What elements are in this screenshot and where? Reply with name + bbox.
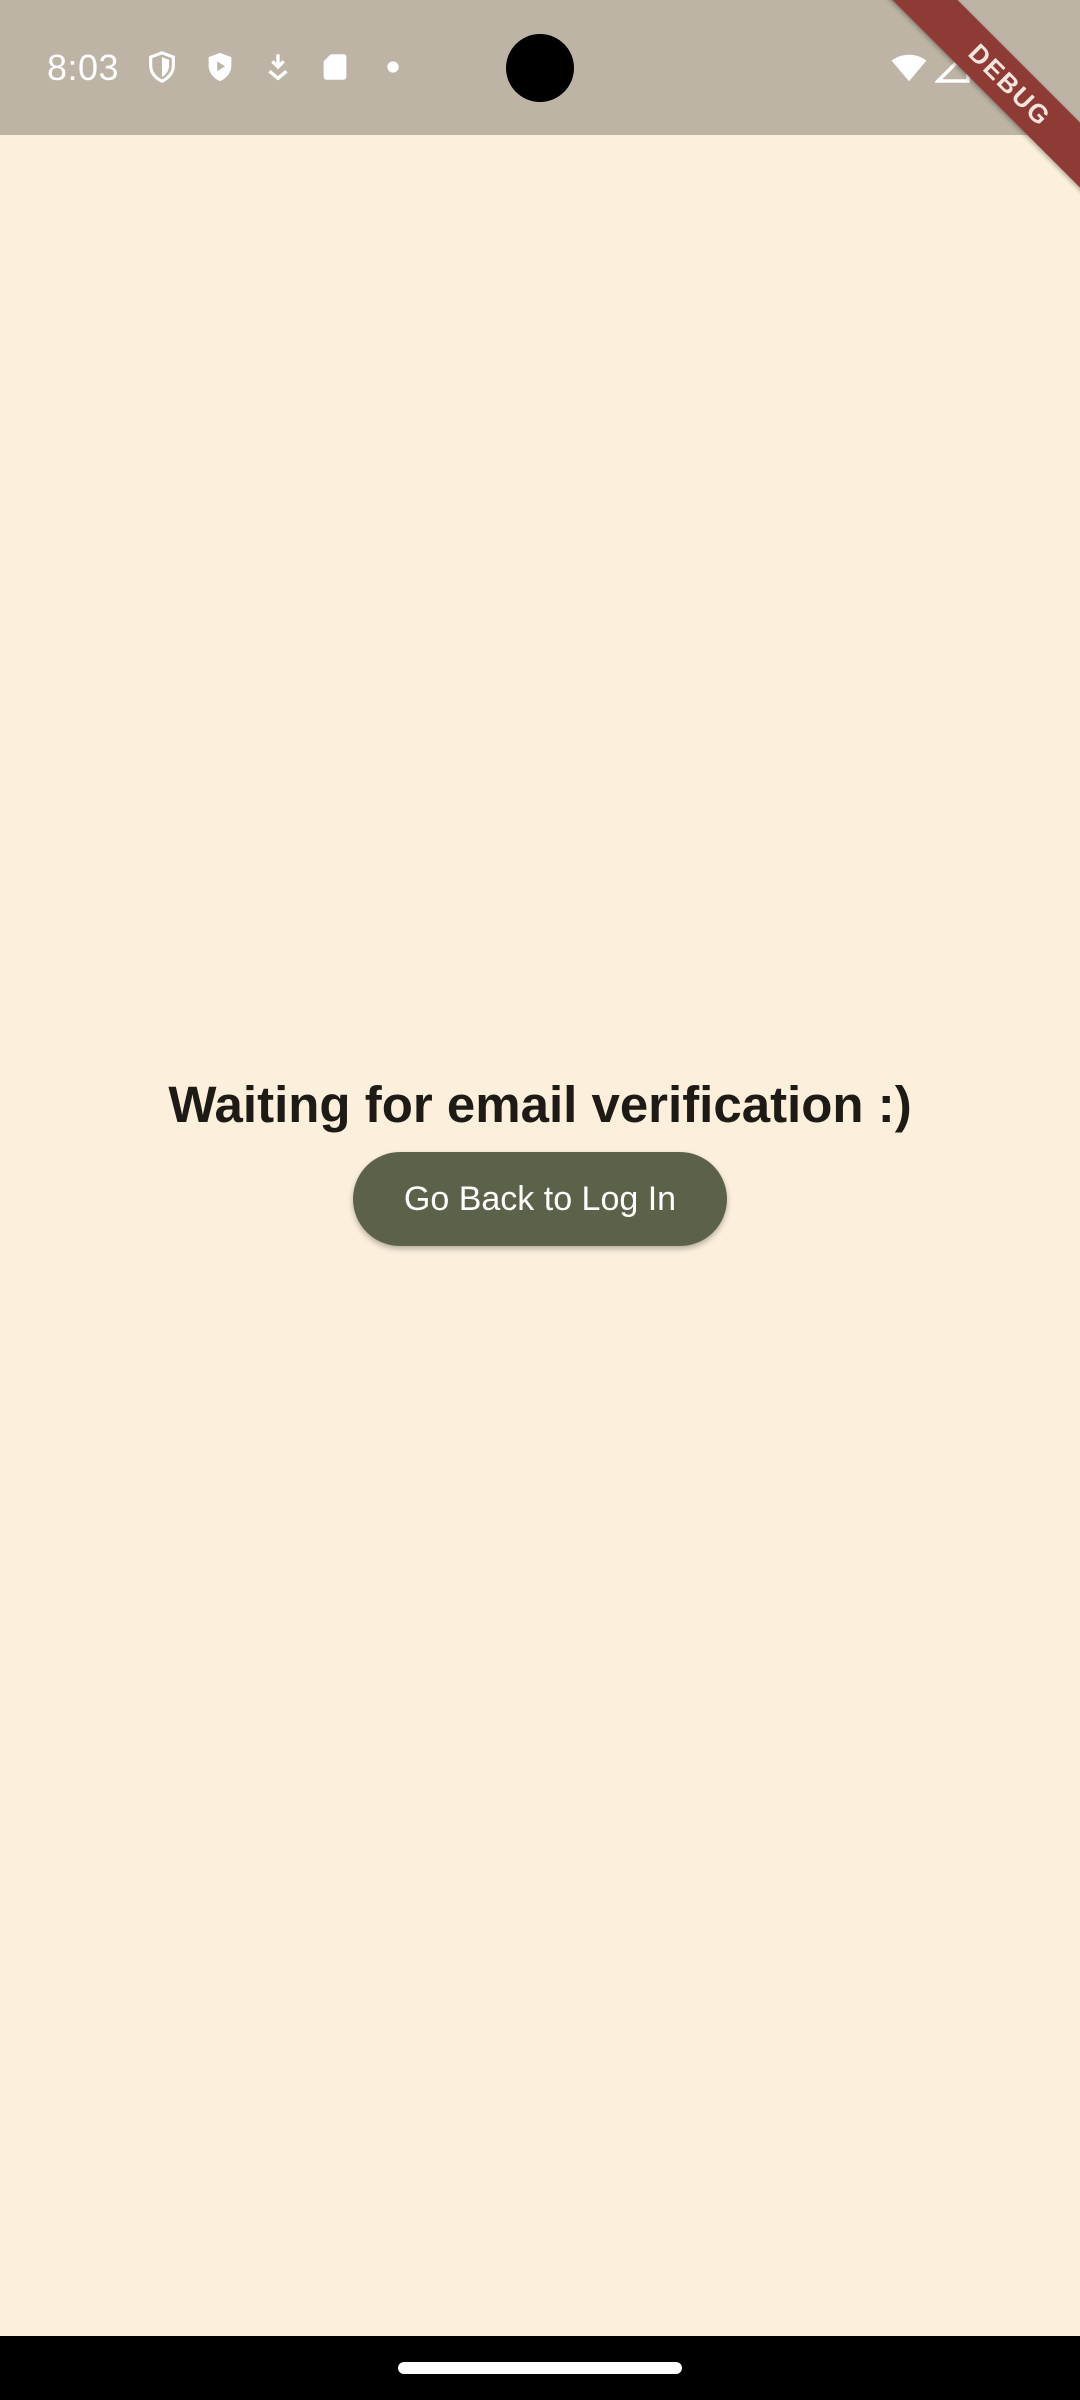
sd-card-icon xyxy=(323,54,347,80)
shield-play-icon xyxy=(208,52,232,82)
wifi-icon xyxy=(891,54,927,82)
app-screen: 8:03 DEBUG Waiting for email verificatio… xyxy=(0,0,1080,2400)
download-icon xyxy=(268,54,288,81)
navigation-bar xyxy=(0,2336,1080,2400)
camera-cutout xyxy=(506,34,574,102)
page-title: Waiting for email verification :) xyxy=(168,1076,912,1133)
go-back-to-login-button[interactable]: Go Back to Log In xyxy=(353,1152,727,1246)
shield-outline-icon xyxy=(149,51,175,83)
main-content: Waiting for email verification :) Go Bac… xyxy=(0,1070,1080,1246)
status-time: 8:03 xyxy=(47,47,120,88)
home-indicator[interactable] xyxy=(398,2362,682,2374)
dot-icon xyxy=(387,61,399,73)
